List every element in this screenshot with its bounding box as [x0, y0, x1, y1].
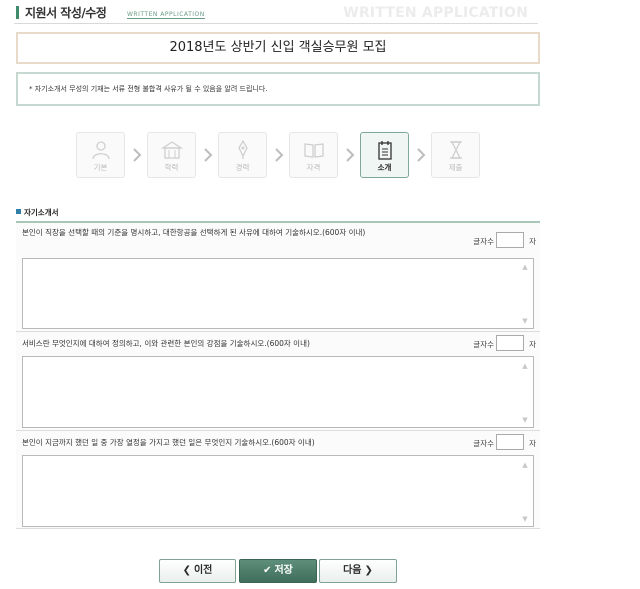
chevron-right-icon — [133, 148, 142, 162]
notepad-icon — [377, 141, 392, 160]
pen-icon — [237, 140, 248, 159]
char-count-input[interactable] — [496, 232, 524, 248]
step-submit[interactable]: 제출 — [431, 132, 480, 178]
chevron-left-icon: ❮ — [182, 565, 191, 576]
step-label: 제출 — [448, 163, 463, 172]
char-count-label: 글자수 — [473, 340, 494, 349]
step-progress: 기본 학력 경력 자격 소개 제출 — [76, 132, 486, 180]
scroll-up-icon[interactable]: ▲ — [520, 461, 530, 469]
question-text: 본인이 지금까지 했던 일 중 가장 열정을 가지고 했던 일은 무엇인지 기술… — [22, 438, 315, 447]
chevron-right-icon — [346, 148, 355, 162]
save-button[interactable]: ✔ 저장 — [239, 559, 317, 583]
step-label: 기본 — [93, 163, 108, 172]
notice-box: * 자기소개서 무성의 기재는 서류 전형 불합격 사유가 될 수 있음을 알려… — [16, 72, 540, 106]
hourglass-icon — [449, 141, 462, 159]
school-icon — [160, 141, 183, 159]
section-title: 자기소개서 — [16, 207, 59, 218]
chevron-right-icon — [417, 148, 426, 162]
save-button-label: 저장 — [274, 565, 293, 576]
scroll-up-icon[interactable]: ▲ — [520, 263, 530, 271]
job-title-box: 2018년도 상반기 신입 객실승무원 모집 — [16, 32, 540, 64]
question-row: 서비스란 무엇인지에 대하여 정의하고, 이와 관련한 본인의 강점을 기술하시… — [16, 331, 540, 430]
section-title-text: 자기소개서 — [24, 208, 59, 217]
step-career[interactable]: 경력 — [218, 132, 267, 178]
char-count-unit: 자 — [529, 237, 536, 246]
next-button[interactable]: 다음 ❯ — [319, 559, 397, 583]
prev-button[interactable]: ❮ 이전 — [159, 559, 236, 583]
next-button-label: 다음 — [343, 565, 362, 576]
person-icon — [91, 141, 110, 160]
scroll-down-icon[interactable]: ▼ — [520, 317, 530, 325]
scroll-down-icon[interactable]: ▼ — [520, 416, 530, 424]
step-label: 학력 — [164, 163, 179, 172]
question-block-2: 서비스란 무엇인지에 대하여 정의하고, 이와 관련한 본인의 강점을 기술하시… — [16, 331, 540, 430]
chevron-right-icon — [204, 148, 213, 162]
header-accent-bar — [16, 6, 19, 19]
step-label: 자격 — [306, 163, 321, 172]
answer-textarea[interactable] — [22, 258, 534, 329]
step-basic[interactable]: 기본 — [76, 132, 125, 178]
step-education[interactable]: 학력 — [147, 132, 196, 178]
char-count-unit: 자 — [529, 340, 536, 349]
char-count-input[interactable] — [496, 335, 524, 351]
question-block-3: 본인이 지금까지 했던 일 중 가장 열정을 가지고 했던 일은 무엇인지 기술… — [16, 430, 540, 529]
step-introduction[interactable]: 소개 — [360, 132, 409, 178]
char-count-label: 글자수 — [473, 439, 494, 448]
chevron-right-icon: ❯ — [364, 565, 373, 576]
step-label: 경력 — [235, 163, 250, 172]
scroll-down-icon[interactable]: ▼ — [520, 515, 530, 523]
char-count-unit: 자 — [529, 439, 536, 448]
check-icon: ✔ — [263, 565, 272, 576]
question-block-1: 본인이 직장을 선택할 때의 기준을 명시하고, 대한항공을 선택하게 된 사유… — [16, 221, 540, 331]
square-bullet-icon — [16, 209, 21, 214]
question-text: 서비스란 무엇인지에 대하여 정의하고, 이와 관련한 본인의 강점을 기술하시… — [22, 339, 310, 348]
step-certification[interactable]: 자격 — [289, 132, 338, 178]
answer-textarea[interactable] — [22, 356, 534, 428]
question-row: 본인이 지금까지 했던 일 중 가장 열정을 가지고 했던 일은 무엇인지 기술… — [16, 430, 540, 528]
page-header: 지원서 작성/수정 WRITTEN APPLICATION WRITTEN AP… — [14, 3, 538, 24]
scroll-up-icon[interactable]: ▲ — [520, 362, 530, 370]
question-text: 본인이 직장을 선택할 때의 기준을 명시하고, 대한항공을 선택하게 된 사유… — [22, 228, 366, 237]
step-label: 소개 — [377, 163, 392, 172]
prev-button-label: 이전 — [193, 565, 213, 576]
char-count-input[interactable] — [496, 434, 524, 450]
char-count-label: 글자수 — [473, 237, 494, 246]
header-watermark: WRITTEN APPLICATION — [343, 5, 528, 21]
chevron-right-icon — [275, 148, 284, 162]
book-icon — [303, 143, 324, 158]
question-row: 본인이 직장을 선택할 때의 기준을 명시하고, 대한항공을 선택하게 된 사유… — [16, 223, 540, 331]
page-subtitle: WRITTEN APPLICATION — [127, 11, 205, 19]
answer-textarea[interactable] — [22, 455, 534, 527]
page-title: 지원서 작성/수정 — [25, 6, 107, 20]
